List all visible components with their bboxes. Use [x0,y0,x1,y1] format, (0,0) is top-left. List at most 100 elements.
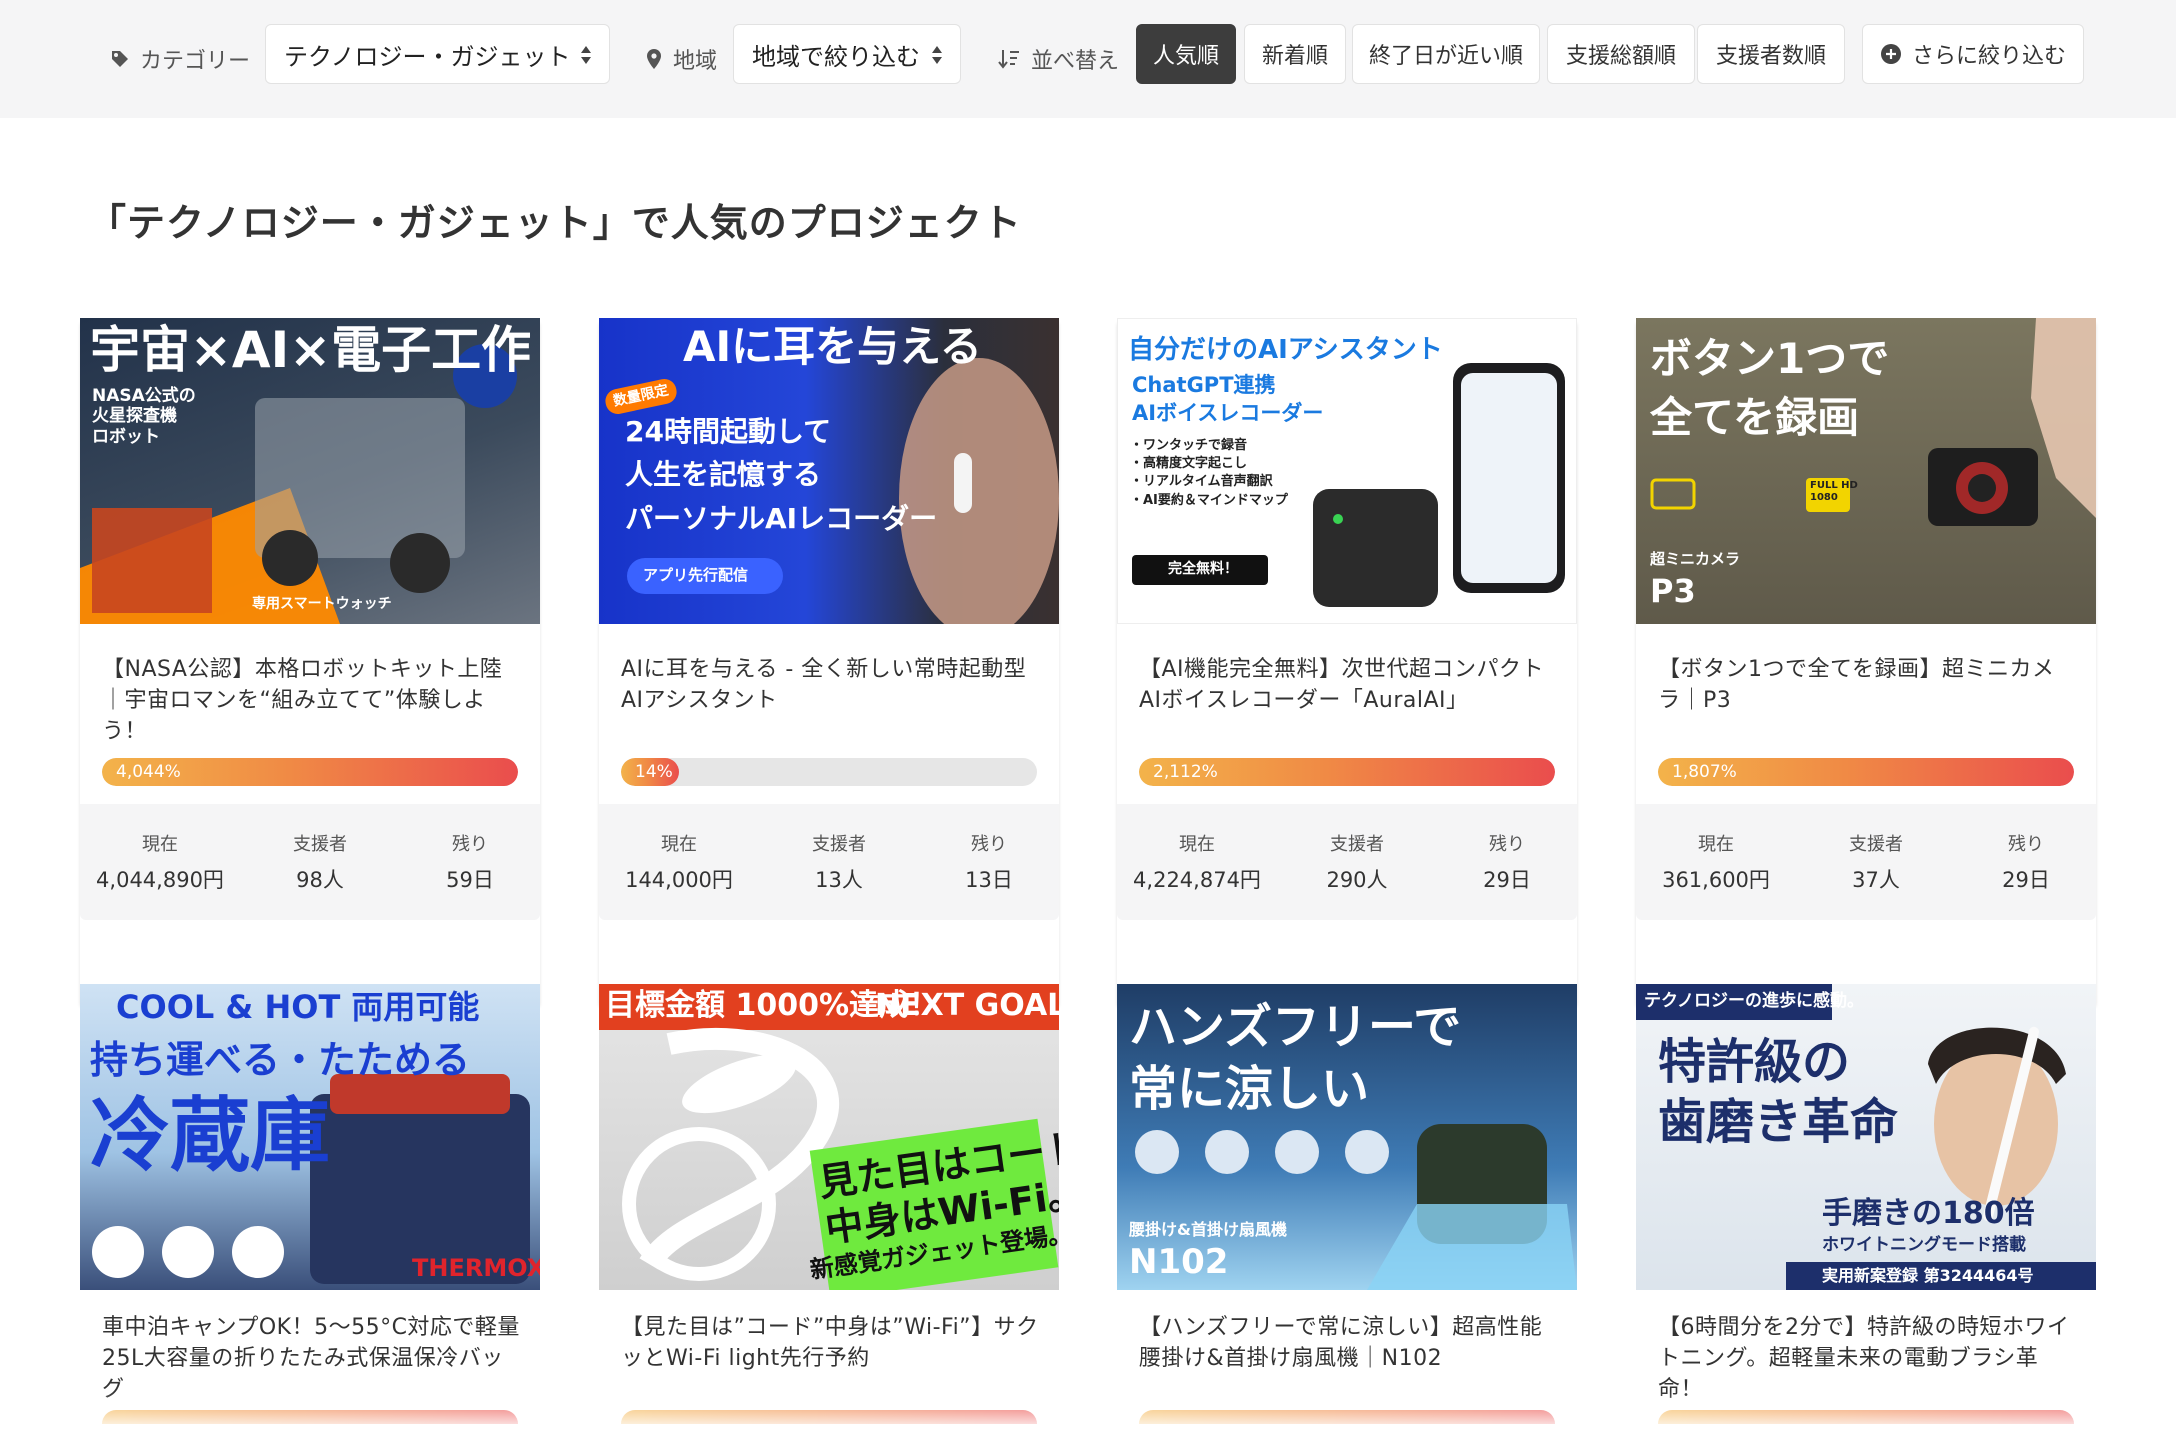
project-title[interactable]: 【ハンズフリーで常に涼しい】超高性能腰掛け&首掛け扇風機｜N102 [1139,1312,1557,1374]
region-select[interactable]: 地域で絞り込む [733,24,961,84]
supporters-count: 37人 [1852,868,1900,892]
progress-bar: 4,044% [102,758,518,786]
project-card[interactable]: ハンズフリーで 常に涼しい 腰掛け&首掛け扇風機 N102 【ハンズフリーで常に… [1117,984,1577,1424]
project-card[interactable]: 目標金額 1000%達成！ NEXT GOAL 2000% 見た目はコード、 中… [599,984,1059,1424]
region-label: 地域 [673,49,718,74]
project-thumbnail[interactable]: 宇宙×AI×電子工作 NASA公式の 火星探査機 ロボット 専用スマートウォッチ [80,318,540,624]
project-title[interactable]: AIに耳を与える - 全く新しい常時起動型AIアシスタント [621,654,1039,716]
thumbnail-subtext: 超ミニカメラ [1650,550,1741,568]
thumbnail-registration: 実用新案登録 第3244464号 [1822,1266,2034,1285]
progress-percent: 2,112% [1153,762,1218,782]
project-stats: 現在 4,044,890円 支援者 98人 残り 59日 [80,804,540,920]
project-card[interactable]: 宇宙×AI×電子工作 NASA公式の 火星探査機 ロボット 専用スマートウォッチ… [80,318,540,1006]
days-remaining: 29日 [1483,868,1531,892]
thumbnail-badge: NEXT GOAL 2000% [875,988,1059,1023]
sort-ending-soon-button[interactable]: 終了日が近い順 [1352,24,1540,84]
sort-newest-button[interactable]: 新着順 [1244,24,1346,84]
progress-bar: 1,807% [1658,758,2074,786]
days-remaining: 59日 [446,868,494,892]
stat-supporters: 支援者 13人 [759,830,919,894]
sort-supporters-button[interactable]: 支援者数順 [1697,24,1845,84]
supporters-count: 290人 [1326,868,1388,892]
project-stats: 現在 361,600円 支援者 37人 残り 29日 [1636,804,2096,920]
sort-label: 並べ替え [1031,49,1120,74]
more-filters-label: さらに絞り込む [1911,44,2066,69]
category-label: カテゴリー [140,49,251,74]
location-pin-icon [647,49,661,69]
filter-bar: カテゴリー テクノロジー・ガジェット 地域 地域で絞り込む 並べ替え 人気順 新… [0,0,2176,118]
thumbnail-subtext: NASA公式の 火星探査機 ロボット [92,386,196,447]
plus-circle-icon [1880,44,1901,64]
category-filter: カテゴリー [110,0,250,118]
current-amount: 4,044,890円 [96,868,224,892]
thumbnail-headline: COOL & HOT 両用可能 [116,988,480,1026]
project-card[interactable]: COOL & HOT 両用可能 持ち運べる・たためる 冷蔵庫 THERMOX 車… [80,984,540,1424]
region-filter: 地域 [645,0,717,118]
thumbnail-subtext: ChatGPT連携 AIボイスレコーダー [1132,373,1324,426]
progress-percent: 14% [635,762,673,782]
stat-remaining: 残り 29日 [1437,830,1577,894]
progress-percent: 1,807% [1672,762,1737,782]
project-thumbnail[interactable]: 自分だけのAIアシスタント ChatGPT連携 AIボイスレコーダー ・ワンタッ… [1117,318,1577,624]
project-card[interactable]: テクノロジーの進歩に感動。 特許級の 歯磨き革命 手磨きの180倍 ホワイトニン… [1636,984,2096,1424]
project-thumbnail[interactable]: テクノロジーの進歩に感動。 特許級の 歯磨き革命 手磨きの180倍 ホワイトニン… [1636,984,2096,1290]
thumbnail-subtext: 腰掛け&首掛け扇風機 [1129,1220,1287,1239]
stat-current: 現在 4,044,890円 [80,830,240,894]
more-filters-button[interactable]: さらに絞り込む [1862,24,2084,84]
region-select-value: 地域で絞り込む [752,42,920,71]
progress-bar: 14% [621,758,1037,786]
project-thumbnail[interactable]: AIに耳を与える 数量限定 24時間起動して 人生を記憶する パーソナルAIレコ… [599,318,1059,624]
thumbnail-subtext: 24時間起動して 人生を記憶する パーソナルAIレコーダー [625,415,938,535]
stat-remaining: 残り 59日 [400,830,540,894]
thumbnail-headline: 特許級の 歯磨き革命 [1658,1034,1899,1150]
project-stats: 現在 144,000円 支援者 13人 残り 13日 [599,804,1059,920]
stat-current: 現在 4,224,874円 [1117,830,1277,894]
progress-bar: 2,112% [1139,758,1555,786]
thumbnail-feature-list: ・ワンタッチで録音 ・高精度文字起こし ・リアルタイム音声翻訳 ・AI要約＆マイ… [1130,438,1288,508]
stat-remaining: 残り 13日 [919,830,1059,894]
project-title[interactable]: 【AI機能完全無料】次世代超コンパクトAIボイスレコーダー「AuralAI」 [1139,654,1557,716]
current-amount: 4,224,874円 [1133,868,1261,892]
sort-popular-button[interactable]: 人気順 [1136,24,1236,84]
select-caret-icon [932,46,942,64]
thumbnail-caption: ホワイトニングモード搭載 [1822,1235,2026,1255]
thumbnail-caption: 専用スマートウォッチ [252,596,392,612]
thumbnail-title: 冷蔵庫 [90,1089,330,1182]
thumbnail-subtext: 手磨きの180倍 [1822,1196,2035,1231]
project-thumbnail[interactable]: COOL & HOT 両用可能 持ち運べる・たためる 冷蔵庫 THERMOX [80,984,540,1290]
project-card[interactable]: ボタン1つで 全てを録画 FULL HD 1080 超ミニカメラ P3 【ボタン… [1636,318,2096,1006]
thumbnail-headline: 自分だけのAIアシスタント [1128,335,1443,365]
section-title: 「テクノロジー・ガジェット」で人気のプロジェクト [88,201,1022,245]
project-thumbnail[interactable]: ボタン1つで 全てを録画 FULL HD 1080 超ミニカメラ P3 [1636,318,2096,624]
stat-remaining: 残り 29日 [1956,830,2096,894]
stat-current: 現在 361,600円 [1636,830,1796,894]
project-title[interactable]: 【ボタン1つで全てを録画】超ミニカメラ｜P3 [1658,654,2076,716]
thumbnail-headline: ボタン1つで 全てを録画 [1650,334,1890,442]
project-card[interactable]: AIに耳を与える 数量限定 24時間起動して 人生を記憶する パーソナルAIレコ… [599,318,1059,1006]
current-amount: 144,000円 [625,868,733,892]
sort-control: 並べ替え [997,0,1119,118]
project-thumbnail[interactable]: ハンズフリーで 常に涼しい 腰掛け&首掛け扇風機 N102 [1117,984,1577,1290]
sort-total-amount-button[interactable]: 支援総額順 [1547,24,1695,84]
project-thumbnail[interactable]: 目標金額 1000%達成！ NEXT GOAL 2000% 見た目はコード、 中… [599,984,1059,1290]
thumbnail-headline: 宇宙×AI×電子工作 [90,321,532,379]
thumbnail-caption: N102 [1129,1242,1229,1282]
progress-percent: 4,044% [116,762,181,782]
thumbnail-brand: THERMOX [412,1254,540,1282]
sort-icon [998,50,1019,69]
category-select[interactable]: テクノロジー・ガジェット [265,24,610,84]
thumbnail-caption: 完全無料！ [1168,561,1238,577]
project-title[interactable]: 【見た目は”コード”中身は”Wi-Fi”】サクッとWi-Fi light先行予約 [621,1312,1039,1374]
current-amount: 361,600円 [1662,868,1770,892]
stat-supporters: 支援者 290人 [1277,830,1437,894]
thumbnail-fullhd-badge: FULL HD 1080 [1810,480,1858,503]
project-title[interactable]: 【NASA公認】本格ロボットキット上陸｜宇宙ロマンを“組み立てて”体験しよう！ [102,654,520,747]
stat-supporters: 支援者 98人 [240,830,400,894]
thumbnail-headline: ハンズフリーで 常に涼しい [1129,999,1462,1118]
thumbnail-subtext: 持ち運べる・たためる [90,1038,471,1082]
stat-current: 現在 144,000円 [599,830,759,894]
project-card[interactable]: 自分だけのAIアシスタント ChatGPT連携 AIボイスレコーダー ・ワンタッ… [1117,318,1577,1006]
category-select-value: テクノロジー・ガジェット [284,42,571,71]
supporters-count: 98人 [296,868,344,892]
tag-icon [112,51,128,67]
